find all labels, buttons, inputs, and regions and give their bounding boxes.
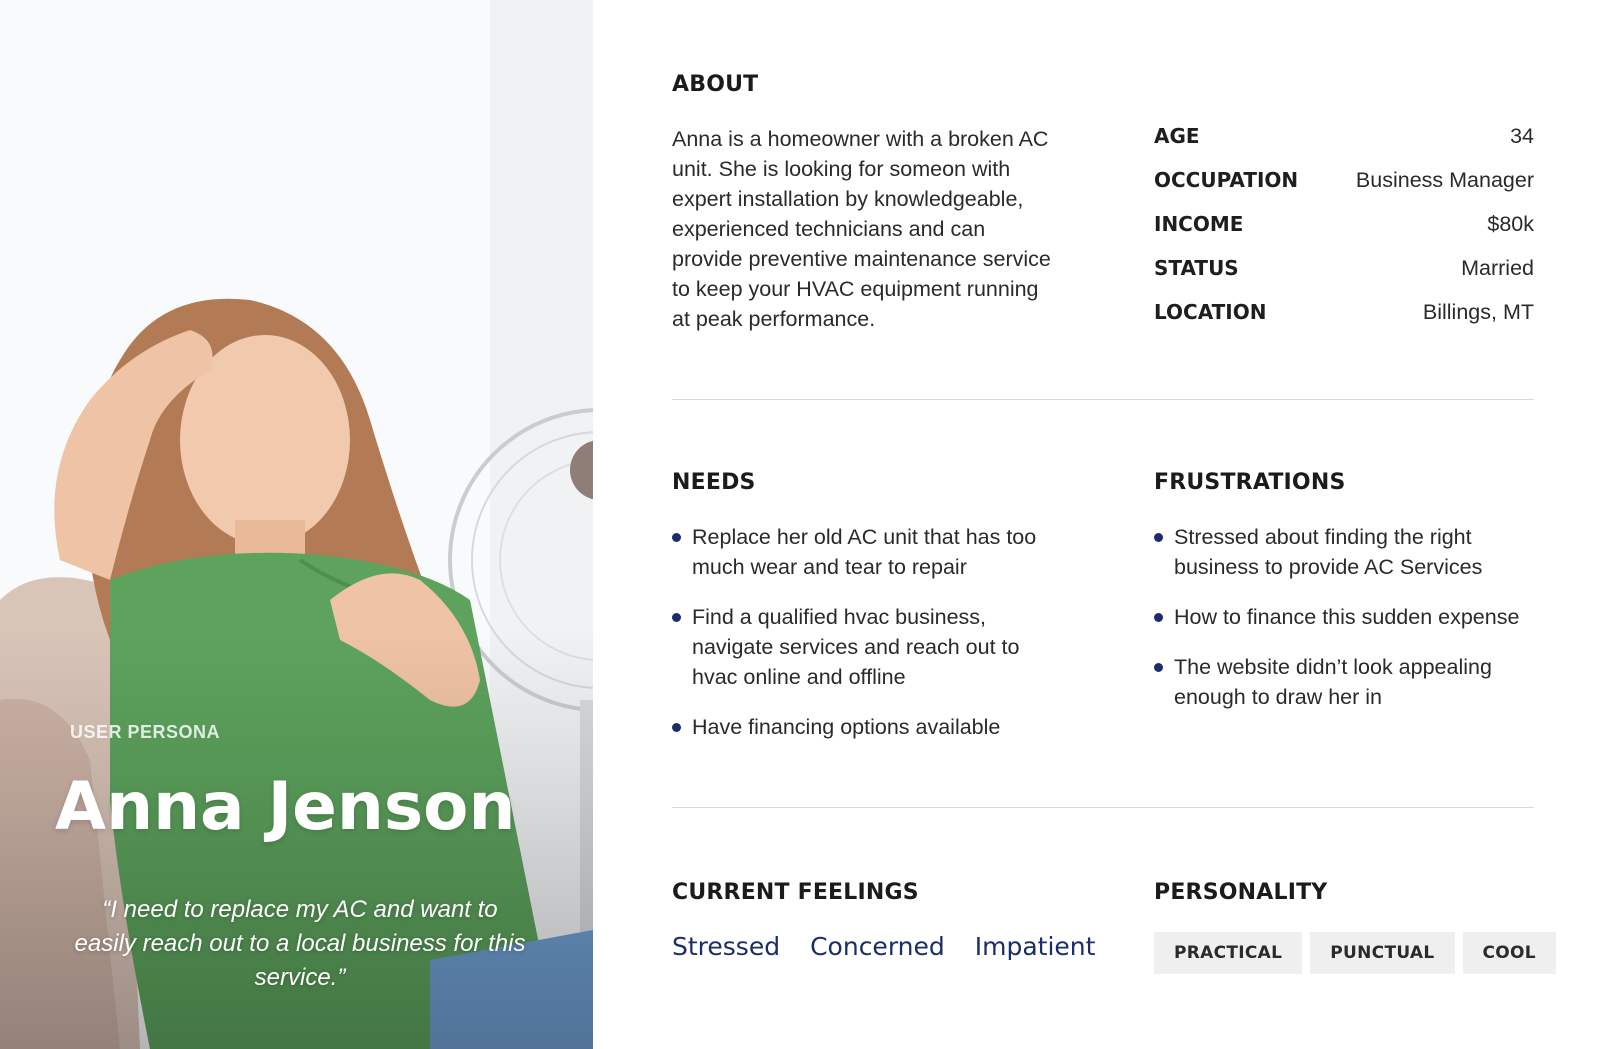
fact-key: LOCATION — [1154, 300, 1267, 324]
bullet-icon — [1154, 533, 1163, 542]
about-text: Anna is a homeowner with a broken AC uni… — [672, 127, 1051, 331]
bullet-icon — [1154, 663, 1163, 672]
frustration-text: Stressed about finding the right busines… — [1174, 525, 1483, 579]
personality-tags: PRACTICAL PUNCTUAL COOL — [1154, 932, 1556, 974]
fact-value: Business Manager — [1355, 168, 1534, 192]
fact-key: INCOME — [1154, 212, 1244, 236]
feeling-item: Impatient — [974, 932, 1096, 961]
fact-row-occupation: OCCUPATION Business Manager — [1154, 168, 1534, 212]
list-item: Find a qualified hvac business, navigate… — [672, 602, 1042, 692]
frustration-text: How to finance this sudden expense — [1174, 605, 1520, 629]
frustrations-list: Stressed about finding the right busines… — [1154, 522, 1524, 732]
persona-label: USER PERSONA — [70, 722, 221, 742]
need-text: Find a qualified hvac business, navigate… — [692, 605, 1020, 689]
section-divider — [672, 399, 1534, 400]
bullet-icon — [672, 723, 681, 732]
section-divider — [672, 807, 1534, 808]
fact-row-income: INCOME $80k — [1154, 212, 1534, 256]
persona-details: ABOUT Anna is a homeowner with a broken … — [672, 0, 1556, 1049]
persona-quote: “I need to replace my AC and want to eas… — [74, 896, 526, 991]
needs-heading: NEEDS — [672, 470, 756, 495]
persona-photo: USER PERSONA Anna Jenson “I need to repl… — [0, 0, 593, 1049]
fact-key: AGE — [1154, 124, 1200, 148]
fact-key: OCCUPATION — [1154, 168, 1299, 192]
fact-row-status: STATUS Married — [1154, 256, 1534, 300]
facts-list: AGE 34 OCCUPATION Business Manager INCOM… — [1154, 124, 1534, 344]
bullet-icon — [1154, 613, 1163, 622]
fact-value: 34 — [1510, 124, 1534, 148]
feeling-item: Concerned — [810, 932, 945, 961]
fact-value: $80k — [1487, 212, 1534, 236]
personality-heading: PERSONALITY — [1154, 880, 1328, 905]
list-item: Have financing options available — [672, 712, 1042, 742]
feelings-list: Stressed Concerned Impatient — [672, 932, 1095, 961]
personality-tag: PUNCTUAL — [1310, 932, 1455, 974]
fact-row-location: LOCATION Billings, MT — [1154, 300, 1534, 344]
need-text: Replace her old AC unit that has too muc… — [692, 525, 1037, 579]
personality-tag: PRACTICAL — [1154, 932, 1303, 974]
personality-tag: COOL — [1462, 932, 1556, 974]
list-item: Replace her old AC unit that has too muc… — [672, 522, 1042, 582]
list-item: How to finance this sudden expense — [1154, 602, 1524, 632]
bullet-icon — [672, 533, 681, 542]
about-heading: ABOUT — [672, 72, 759, 97]
feelings-heading: CURRENT FEELINGS — [672, 880, 919, 905]
fact-value: Married — [1461, 256, 1534, 280]
feeling-item: Stressed — [672, 932, 781, 961]
fact-value: Billings, MT — [1422, 300, 1534, 324]
list-item: The website didn’t look appealing enough… — [1154, 652, 1524, 712]
need-text: Have financing options available — [692, 715, 1001, 739]
bullet-icon — [672, 613, 681, 622]
fact-key: STATUS — [1154, 256, 1239, 280]
needs-list: Replace her old AC unit that has too muc… — [672, 522, 1042, 762]
list-item: Stressed about finding the right busines… — [1154, 522, 1524, 582]
persona-name: Anna Jenson — [55, 768, 516, 845]
fact-row-age: AGE 34 — [1154, 124, 1534, 168]
frustration-text: The website didn’t look appealing enough… — [1174, 655, 1492, 709]
frustrations-heading: FRUSTRATIONS — [1154, 470, 1346, 495]
